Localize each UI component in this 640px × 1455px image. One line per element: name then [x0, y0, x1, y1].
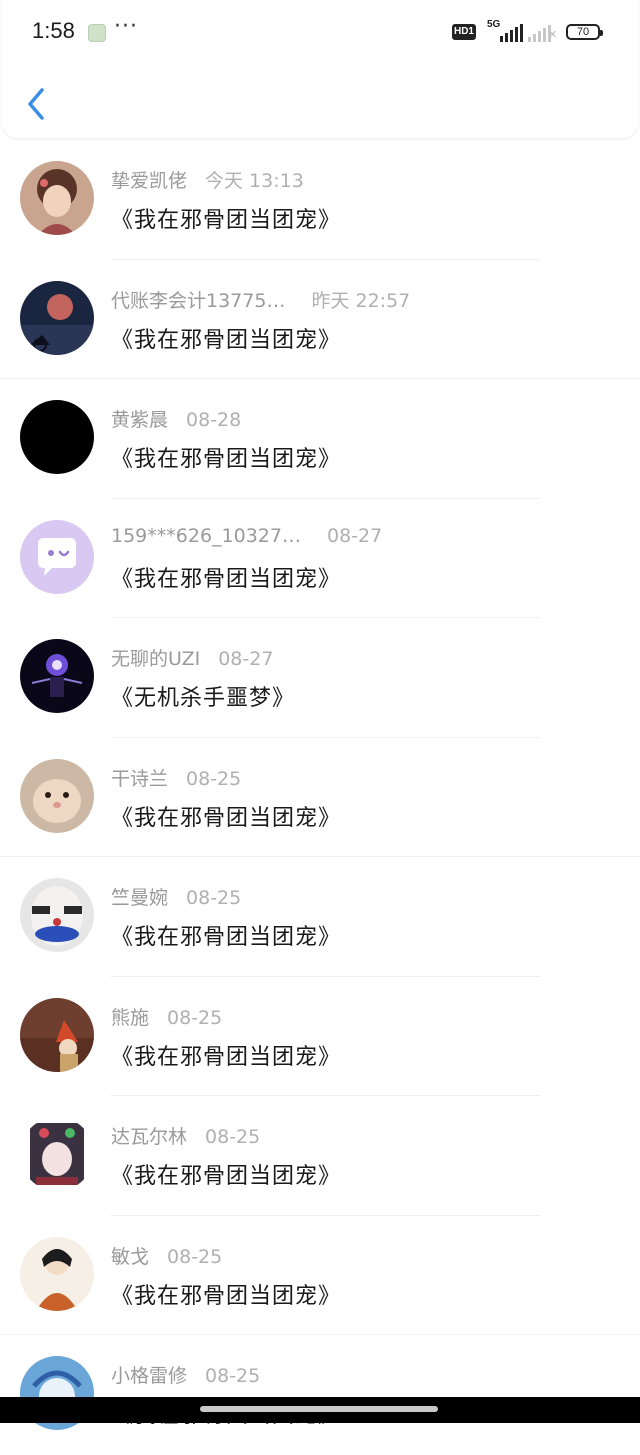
avatar [20, 280, 94, 355]
avatar [20, 878, 94, 952]
item-meta: 熊施 08-25 [111, 1003, 222, 1030]
avatar [20, 639, 94, 713]
book-title: 《我在邪骨团当团宠》 [111, 1164, 342, 1189]
book-title: 《我在邪骨团当团宠》 [111, 566, 342, 592]
timestamp: 今天 13:13 [205, 170, 304, 192]
timestamp: 08-25 [205, 1126, 261, 1148]
user-name: 黄紫晨 [111, 409, 169, 431]
message-list: 挚爱凯佬 今天 13:13 《我在邪骨团当团宠》 代账李会计13775… 昨天 22… [0, 140, 640, 1455]
item-meta: 小格雷修 08-25 [111, 1361, 260, 1388]
timestamp: 08-25 [186, 767, 242, 790]
nav-header [2, 0, 638, 138]
list-item[interactable]: 无聊的UZI 08-27 《无机杀手噩梦》 [0, 618, 640, 738]
item-meta: 159***626_10327… 08-27 [111, 525, 382, 547]
item-meta: 干诗兰 08-25 [111, 764, 241, 791]
list-item[interactable]: 黄紫晨 08-28 《我在邪骨团当团宠》 [0, 379, 640, 499]
home-indicator[interactable] [200, 1406, 438, 1412]
list-item[interactable]: 159***626_10327… 08-27 《我在邪骨团当团宠》 [0, 499, 640, 618]
user-name: 达瓦尔林 [111, 1126, 188, 1148]
avatar [20, 758, 94, 833]
book-title: 《我在邪骨团当团宠》 [111, 447, 342, 472]
timestamp: 08-25 [167, 1006, 223, 1029]
user-name: 无聊的UZI [111, 648, 201, 670]
timestamp: 08-25 [167, 1245, 223, 1268]
timestamp: 08-25 [205, 1365, 261, 1387]
book-title: 《我在邪骨团当团宠》 [111, 925, 342, 950]
item-meta: 达瓦尔林 08-25 [111, 1122, 260, 1149]
user-name: 挚爱凯佬 [111, 170, 188, 192]
avatar [20, 997, 94, 1072]
item-meta: 挚爱凯佬 今天 13:13 [111, 166, 304, 193]
list-item[interactable]: 挚爱凯佬 今天 13:13 《我在邪骨团当团宠》 [0, 140, 640, 260]
avatar [20, 161, 94, 235]
list-item[interactable]: 小格雷修08-25 《我在邪骨团当团宠》 [0, 1335, 640, 1455]
item-meta: 无聊的UZI 08-27 [111, 644, 273, 671]
item-meta: 竺曼婉 08-25 [111, 883, 241, 910]
book-title: 《我在邪骨团当团宠》 [111, 1044, 342, 1070]
book-title: 《我在邪骨团当团宠》 [111, 805, 342, 831]
list-item[interactable]: 熊施 08-25 《我在邪骨团当团宠》 [0, 977, 640, 1096]
back-arrow-icon[interactable] [24, 86, 48, 122]
gesture-bar [0, 1397, 640, 1423]
user-name: 竺曼婉 [111, 887, 169, 909]
list-item[interactable]: 竺曼婉 08-25 《我在邪骨团当团宠》 [0, 857, 640, 977]
user-name: 小格雷修 [111, 1365, 188, 1387]
timestamp: 08-28 [186, 409, 242, 431]
timestamp: 昨天 22:57 [311, 289, 411, 312]
list-item[interactable]: 干诗兰 08-25 《我在邪骨团当团宠》 [0, 738, 640, 857]
timestamp: 08-27 [326, 524, 383, 547]
item-meta: 代账李会计13775… 昨天 22:57 [111, 286, 410, 313]
book-title: 《无机杀手噩梦》 [111, 686, 296, 711]
item-meta: 黄紫晨 08-28 [111, 405, 241, 432]
user-name: 159***626_10327… [111, 524, 301, 547]
list-item[interactable]: 达瓦尔林 08-25 《我在邪骨团当团宠》 [0, 1096, 640, 1216]
list-item[interactable]: 代账李会计13775… 昨天 22:57 《我在邪骨团当团宠》 [0, 260, 640, 379]
user-name: 代账李会计13775… [111, 289, 286, 312]
avatar [20, 400, 94, 474]
avatar [20, 1117, 94, 1191]
book-title: 《我在邪骨团当团宠》 [111, 1283, 342, 1309]
user-name: 敏戈 [111, 1245, 150, 1268]
timestamp: 08-25 [186, 887, 242, 909]
user-name: 熊施 [111, 1006, 150, 1029]
list-item[interactable]: 敏戈 08-25 《我在邪骨团当团宠》 [0, 1216, 640, 1335]
timestamp: 08-27 [218, 648, 274, 670]
avatar [20, 1236, 94, 1311]
avatar [20, 519, 94, 594]
item-meta: 敏戈 08-25 [111, 1242, 222, 1269]
book-title: 《我在邪骨团当团宠》 [111, 327, 342, 353]
user-name: 干诗兰 [111, 767, 169, 790]
book-title: 《我在邪骨团当团宠》 [111, 208, 342, 233]
